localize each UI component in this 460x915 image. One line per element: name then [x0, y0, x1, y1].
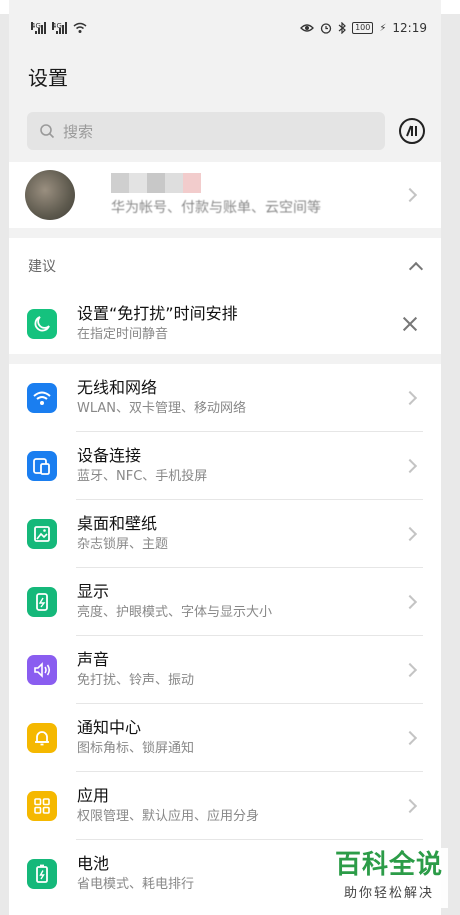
settings-item-title: 无线和网络: [77, 378, 158, 397]
settings-item-display[interactable]: 显示 亮度、护眼模式、字体与显示大小: [9, 568, 441, 636]
alarm-icon: [320, 23, 332, 34]
battery-level: 100: [352, 22, 374, 34]
watermark-title: 百科全说: [334, 850, 443, 880]
chevron-right-icon: [402, 798, 418, 814]
bell-icon: [27, 723, 57, 753]
account-subtitle: 华为帐号、付款与账单、云空间等: [111, 200, 321, 216]
signal-icon: 4G: [52, 22, 67, 34]
chevron-right-icon: [402, 730, 418, 746]
settings-screen: 4G 4G 100 ⚡ 12:19 设置 搜索 华为帐号、付款与账单、云空间等 …: [9, 0, 441, 915]
chevron-right-icon: [402, 662, 418, 678]
clock: 12:19: [392, 21, 427, 35]
sound-icon: [27, 655, 57, 685]
account-name-redacted: [111, 173, 405, 193]
chevron-right-icon: [402, 594, 418, 610]
settings-item-notifications[interactable]: 通知中心 图标角标、锁屏通知: [9, 704, 441, 772]
chevron-right-icon: [402, 458, 418, 474]
close-icon[interactable]: [401, 315, 419, 333]
suggestion-card: 建议 设置“免打扰”时间安排 在指定时间静音: [9, 238, 441, 354]
chevron-right-icon: [402, 187, 418, 203]
settings-item-title: 通知中心: [77, 718, 142, 737]
watermark: 百科全说 助你轻松解决: [330, 848, 448, 908]
settings-item-wireless[interactable]: 无线和网络 WLAN、双卡管理、移动网络: [9, 364, 441, 432]
charging-icon: ⚡: [379, 22, 387, 34]
chevron-right-icon: [402, 526, 418, 542]
search-row: 搜索: [27, 112, 427, 150]
settings-item-title: 应用: [77, 786, 110, 805]
chevron-up-icon[interactable]: [408, 261, 424, 277]
settings-item-subtitle: 免打扰、铃声、振动: [77, 673, 195, 688]
eye-icon: [300, 24, 315, 32]
wallpaper-icon: [27, 519, 57, 549]
search-input[interactable]: 搜索: [27, 112, 385, 150]
settings-item-apps[interactable]: 应用 权限管理、默认应用、应用分身: [9, 772, 441, 840]
suggestion-item[interactable]: 设置“免打扰”时间安排 在指定时间静音: [9, 294, 441, 354]
suggestion-title: 设置“免打扰”时间安排: [77, 304, 238, 323]
settings-item-sound[interactable]: 声音 免打扰、铃声、振动: [9, 636, 441, 704]
avatar: [25, 170, 75, 220]
bluetooth-icon: [338, 22, 346, 34]
account-card[interactable]: 华为帐号、付款与账单、云空间等: [9, 162, 441, 228]
settings-item-device-connection[interactable]: 设备连接 蓝牙、NFC、手机投屏: [9, 432, 441, 500]
device-connect-icon: [27, 451, 57, 481]
page-header: 设置: [9, 48, 441, 104]
settings-item-title: 声音: [77, 650, 110, 669]
settings-item-subtitle: 图标角标、锁屏通知: [77, 741, 195, 756]
settings-item-subtitle: 亮度、护眼模式、字体与显示大小: [77, 605, 273, 620]
suggestion-section-title: 建议: [28, 259, 56, 275]
settings-item-title: 显示: [77, 582, 110, 601]
moon-icon: [27, 309, 57, 339]
signal-icon: 4G: [31, 22, 46, 34]
page-title: 设置: [28, 65, 68, 90]
settings-item-subtitle: WLAN、双卡管理、移动网络: [77, 401, 247, 416]
hiboard-icon[interactable]: [399, 118, 425, 144]
status-bar: 4G 4G 100 ⚡ 12:19: [9, 14, 441, 42]
settings-item-title: 桌面和壁纸: [77, 514, 158, 533]
chevron-right-icon: [402, 390, 418, 406]
search-icon: [40, 124, 55, 139]
wifi-status-icon: [73, 22, 87, 33]
settings-item-subtitle: 杂志锁屏、主题: [77, 537, 169, 552]
wifi-icon: [27, 383, 57, 413]
settings-item-wallpaper[interactable]: 桌面和壁纸 杂志锁屏、主题: [9, 500, 441, 568]
watermark-subtitle: 助你轻松解决: [343, 886, 434, 901]
suggestion-header[interactable]: 建议: [9, 238, 441, 294]
search-placeholder: 搜索: [63, 122, 94, 141]
settings-item-title: 设备连接: [77, 446, 142, 465]
display-icon: [27, 587, 57, 617]
settings-list: 无线和网络 WLAN、双卡管理、移动网络 设备连接 蓝牙、NFC、手机投屏 桌面…: [9, 364, 441, 915]
settings-item-subtitle: 蓝牙、NFC、手机投屏: [77, 469, 208, 484]
apps-icon: [27, 791, 57, 821]
battery-icon: [27, 859, 57, 889]
suggestion-subtitle: 在指定时间静音: [77, 327, 169, 342]
settings-item-subtitle: 权限管理、默认应用、应用分身: [77, 809, 260, 824]
